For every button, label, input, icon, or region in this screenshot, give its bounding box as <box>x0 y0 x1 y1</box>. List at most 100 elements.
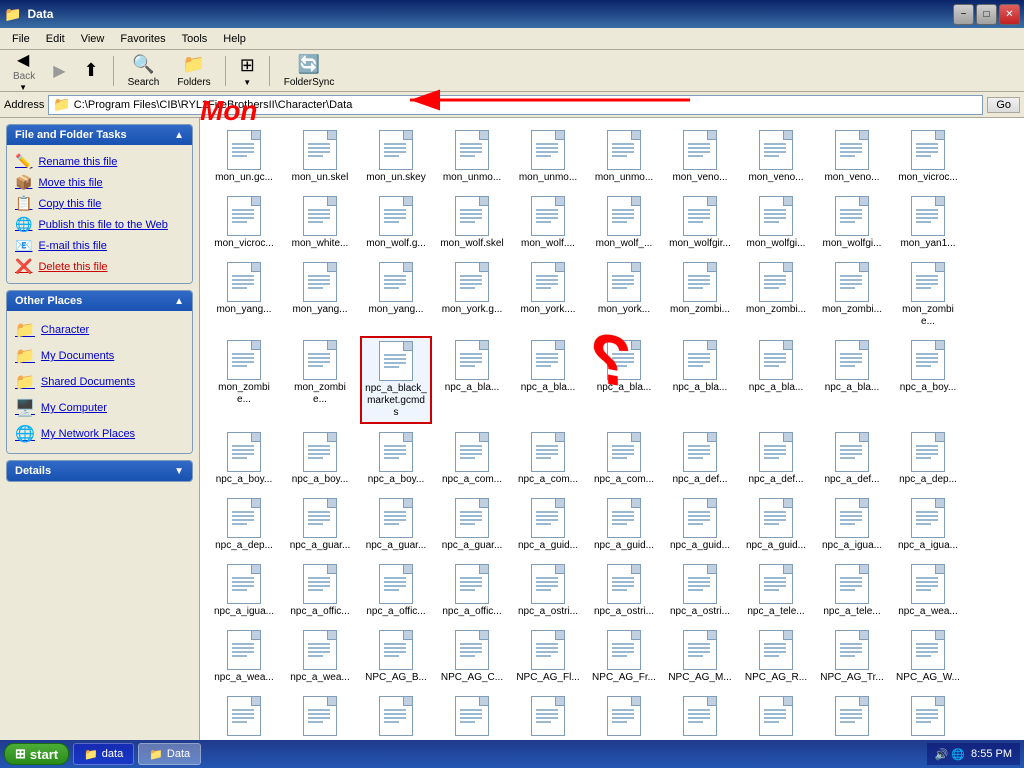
shared-documents-link[interactable]: 📁 Shared Documents <box>11 369 188 395</box>
my-computer-link[interactable]: 🖥️ My Computer <box>11 395 188 421</box>
file-item[interactable]: npc_a_guid... <box>588 494 660 556</box>
file-item[interactable]: mon_yang... <box>360 258 432 332</box>
file-item[interactable]: mon_unmo... <box>512 126 584 188</box>
file-item[interactable]: npc_a_wea... <box>284 626 356 688</box>
file-item[interactable]: mon_veno... <box>740 126 812 188</box>
file-item[interactable]: mon_unmo... <box>436 126 508 188</box>
file-item[interactable]: mon_yang... <box>284 258 356 332</box>
file-item[interactable]: mon_un.gc... <box>208 126 280 188</box>
publish-file-link[interactable]: 🌐 Publish this file to the Web <box>11 214 188 235</box>
file-item[interactable]: npc_a_def... <box>664 428 736 490</box>
file-item[interactable]: NPC_AG_Tr... <box>816 626 888 688</box>
file-item[interactable]: npc_a_... <box>436 692 508 740</box>
file-item[interactable]: npc_a_igua... <box>892 494 964 556</box>
file-item[interactable]: npc_a_guid... <box>512 494 584 556</box>
file-item[interactable]: mon_wolfgi... <box>740 192 812 254</box>
file-item[interactable]: npc_a_wea... <box>892 560 964 622</box>
file-item[interactable]: npc_a_... <box>816 692 888 740</box>
file-item[interactable]: mon_wolf.... <box>512 192 584 254</box>
file-item[interactable]: npc_a_... <box>740 692 812 740</box>
character-link[interactable]: 📁 Character <box>11 317 188 343</box>
file-item[interactable]: npc_a_igua... <box>816 494 888 556</box>
file-item[interactable]: mon_zombie... <box>892 258 964 332</box>
file-item[interactable]: npc_a_boy... <box>208 428 280 490</box>
file-item[interactable]: npc_a_tele... <box>740 560 812 622</box>
file-item[interactable]: mon_white... <box>284 192 356 254</box>
up-button[interactable]: ⬆ <box>77 57 106 84</box>
file-item[interactable]: npc_a_guar... <box>436 494 508 556</box>
file-item[interactable]: npc_a_com... <box>512 428 584 490</box>
file-item[interactable]: npc_a_bla... <box>740 336 812 424</box>
menu-file[interactable]: File <box>4 31 38 47</box>
file-item[interactable]: mon_un.skel <box>284 126 356 188</box>
file-item[interactable]: mon_yang... <box>208 258 280 332</box>
menu-favorites[interactable]: Favorites <box>112 31 173 47</box>
forward-button[interactable]: ▶ <box>46 58 72 84</box>
copy-file-link[interactable]: 📋 Copy this file <box>11 193 188 214</box>
file-item[interactable]: npc_a_boy... <box>360 428 432 490</box>
file-item[interactable]: mon_wolf.g... <box>360 192 432 254</box>
file-item[interactable]: npc_a_boy... <box>892 336 964 424</box>
file-item[interactable]: npc_a_ostri... <box>512 560 584 622</box>
file-item[interactable]: npc_a_... <box>512 692 584 740</box>
file-item[interactable]: npc_a_com... <box>588 428 660 490</box>
folders-button[interactable]: 📁 Folders <box>170 51 217 91</box>
file-item[interactable]: npc_a_wea... <box>208 626 280 688</box>
my-documents-link[interactable]: 📁 My Documents <box>11 343 188 369</box>
file-item[interactable]: npc_a_black_market.gcmds <box>360 336 432 424</box>
file-item[interactable]: npc_a_... <box>284 692 356 740</box>
file-item[interactable]: npc_a_ostri... <box>664 560 736 622</box>
start-button[interactable]: ⊞ start <box>4 743 69 765</box>
file-item[interactable]: npc_a_offic... <box>284 560 356 622</box>
file-item[interactable]: mon_york... <box>588 258 660 332</box>
file-item[interactable]: npc_a_guid... <box>740 494 812 556</box>
file-item[interactable]: mon_zombie... <box>208 336 280 424</box>
file-item[interactable]: mon_veno... <box>816 126 888 188</box>
file-item[interactable]: npc_a_com... <box>436 428 508 490</box>
file-item[interactable]: npc_a_bla... <box>588 336 660 424</box>
file-item[interactable]: mon_wolfgir... <box>664 192 736 254</box>
file-item[interactable]: npc_a_... <box>588 692 660 740</box>
file-item[interactable]: npc_a_offic... <box>436 560 508 622</box>
close-button[interactable]: ✕ <box>999 4 1020 25</box>
file-area[interactable]: mon_un.gc...mon_un.skelmon_un.skeymon_un… <box>200 118 1024 740</box>
file-item[interactable]: npc_a_ostri... <box>588 560 660 622</box>
file-item[interactable]: mon_wolf.skel <box>436 192 508 254</box>
file-item[interactable]: npc_a_... <box>208 692 280 740</box>
foldersync-button[interactable]: 🔄 FolderSync <box>277 51 342 91</box>
views-button[interactable]: ⊞ ▼ <box>233 52 262 90</box>
minimize-button[interactable]: − <box>953 4 974 25</box>
delete-file-link[interactable]: ❌ Delete this file <box>11 256 188 277</box>
file-item[interactable]: mon_vicroc... <box>208 192 280 254</box>
file-item[interactable]: mon_zombi... <box>816 258 888 332</box>
file-item[interactable]: mon_yan1... <box>892 192 964 254</box>
go-button[interactable]: Go <box>987 97 1020 113</box>
file-item[interactable]: npc_a_guar... <box>284 494 356 556</box>
file-item[interactable]: npc_a_igua... <box>208 560 280 622</box>
back-button[interactable]: ◀ Back ▼ <box>4 47 42 95</box>
file-item[interactable]: npc_a_bla... <box>816 336 888 424</box>
file-item[interactable]: NPC_AG_B... <box>360 626 432 688</box>
file-item[interactable]: npc_a_... <box>892 692 964 740</box>
file-folder-tasks-header[interactable]: File and Folder Tasks ▲ <box>7 125 192 145</box>
details-header[interactable]: Details ▼ <box>7 461 192 481</box>
file-item[interactable]: mon_york.g... <box>436 258 508 332</box>
file-item[interactable]: NPC_AG_R... <box>740 626 812 688</box>
file-item[interactable]: npc_a_def... <box>816 428 888 490</box>
file-item[interactable]: mon_wolfgi... <box>816 192 888 254</box>
search-button[interactable]: 🔍 Search <box>121 51 167 91</box>
file-item[interactable]: mon_veno... <box>664 126 736 188</box>
file-item[interactable]: npc_a_offic... <box>360 560 432 622</box>
file-item[interactable]: mon_zombi... <box>740 258 812 332</box>
maximize-button[interactable]: □ <box>976 4 997 25</box>
file-item[interactable]: npc_a_bla... <box>664 336 736 424</box>
taskbar-item-data-active[interactable]: 📁 Data <box>138 743 201 765</box>
file-item[interactable]: npc_a_bla... <box>436 336 508 424</box>
menu-help[interactable]: Help <box>215 31 254 47</box>
file-item[interactable]: NPC_AG_Fl... <box>512 626 584 688</box>
menu-tools[interactable]: Tools <box>174 31 216 47</box>
move-file-link[interactable]: 📦 Move this file <box>11 172 188 193</box>
file-item[interactable]: NPC_AG_C... <box>436 626 508 688</box>
file-item[interactable]: mon_zombie... <box>284 336 356 424</box>
menu-view[interactable]: View <box>73 31 113 47</box>
